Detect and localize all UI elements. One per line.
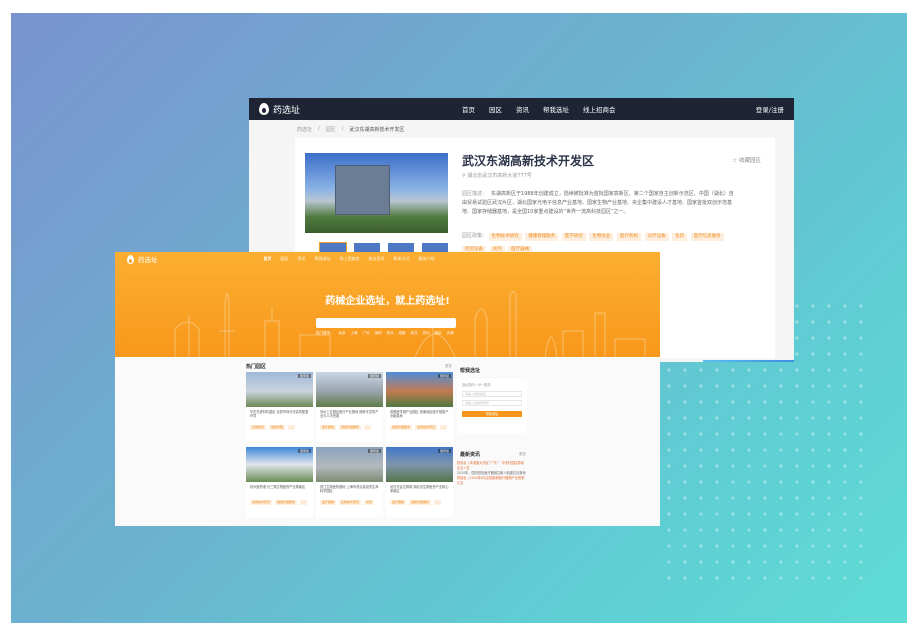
- park-card-image: 国家级: [246, 447, 313, 482]
- breadcrumb-current: 武汉东湖高新技术开发区: [349, 127, 405, 133]
- nav-help-locate[interactable]: 帮我选址: [543, 104, 569, 114]
- park-card[interactable]: 国家级 华东先进材料园区 优质市场与完善的配套环境 生物医药 健康管理…: [246, 372, 313, 442]
- park-card-image: 国家级: [316, 447, 383, 482]
- brand-logo[interactable]: 药选址: [259, 103, 300, 116]
- city-link[interactable]: 北京: [339, 331, 346, 336]
- city-link[interactable]: 杭州: [387, 331, 394, 336]
- brand-name: 药选址: [138, 256, 158, 264]
- brand-name: 药选址: [273, 105, 301, 116]
- search-input[interactable]: [316, 318, 456, 328]
- park-card-desc: 华东先进材料园区 优质市场与完善的配套环境: [250, 410, 309, 418]
- hero-slogan: 药械企业选址，就上药选址!: [325, 296, 450, 307]
- nav-news[interactable]: 资讯: [298, 256, 306, 262]
- park-address: ⚲ 湖北省武汉市高新大道777号: [462, 173, 532, 179]
- park-card[interactable]: 国家级 武汉光谷生物城 湖北省生物医药产业核心承载区 医疗器械 健康管理服务…: [386, 447, 453, 517]
- brand-logo[interactable]: 药选址: [127, 254, 158, 264]
- policy-tag[interactable]: 健康管理服务: [525, 233, 559, 241]
- nav-parks[interactable]: 园区: [489, 104, 502, 114]
- city-link[interactable]: 苏州: [423, 331, 430, 336]
- policy-tag[interactable]: 医学研究: [561, 233, 586, 241]
- help-locate-button[interactable]: 帮我选址: [462, 411, 522, 417]
- nav-home[interactable]: 首页: [264, 256, 272, 262]
- promo-banner[interactable]: [703, 360, 794, 362]
- park-description: 园区描述： 东湖高新区于1988年创建成立，陆续被批准为首批国家高新区、第二个国家…: [462, 191, 734, 215]
- city-link[interactable]: 广州: [363, 331, 370, 336]
- main-menu: 首页 园区 资讯 帮我选址 线上招商会: [462, 104, 616, 114]
- nav-online-fair[interactable]: 线上招商会: [340, 256, 360, 262]
- latest-news-list: 药选址 | 粤港澳大湾区“广东”：中关村园区新增企业入驻 2020年，国内首批医…: [457, 461, 527, 486]
- park-card-image: 国家级: [316, 372, 383, 407]
- nav-parks[interactable]: 园区: [281, 256, 289, 262]
- park-card-image: 国家级: [246, 372, 313, 407]
- park-card-image: 国家级: [386, 447, 453, 482]
- hot-parks-more-link[interactable]: 更多: [445, 364, 452, 369]
- park-card-desc: 成都医学城产业园区 西南地区医疗健康产业聚集地: [390, 410, 449, 418]
- main-menu: 首页 园区 资讯 帮我选址 线上招商会 热点资讯 联系方式 服务介绍: [264, 256, 435, 262]
- policy-tag[interactable]: 医疗机构: [616, 233, 641, 241]
- news-item[interactable]: 药选址 | 2020年8月全国最新医疗器械产业政策汇总: [457, 476, 527, 486]
- hero-banner: 药选址 首页 园区 资讯 帮我选址 线上招商会 热点资讯 联系方式 服务介绍 药…: [115, 252, 660, 357]
- breadcrumb-home[interactable]: 药选址: [297, 126, 312, 133]
- city-link[interactable]: 武汉: [411, 331, 418, 336]
- favorite-park-button[interactable]: ☆ 收藏园区: [732, 156, 761, 164]
- city-link[interactable]: 深圳: [375, 331, 382, 336]
- news-item[interactable]: 药选址 | 粤港澳大湾区“广东”：中关村园区新增企业入驻: [457, 461, 527, 471]
- nav-help-locate[interactable]: 帮我选址: [315, 256, 331, 262]
- homepage: 药选址 首页 园区 资讯 帮我选址 线上招商会 热点资讯 联系方式 服务介绍 药…: [115, 252, 660, 526]
- flame-logo-icon: [127, 254, 134, 264]
- news-more-link[interactable]: 更多: [519, 452, 526, 457]
- nav-news[interactable]: 资讯: [516, 104, 529, 114]
- breadcrumb-parks[interactable]: 园区: [326, 126, 336, 133]
- city-link[interactable]: 成都: [399, 331, 406, 336]
- help-locate-form: 选址顾问一对一服务 请输入您的姓名 请输入您的手机号 帮我选址: [457, 379, 527, 433]
- park-card[interactable]: 国家级 张江生物医药基地 上海市重点建设的生命科学园区 医疗器械 生物技术研究 化药: [316, 447, 383, 517]
- name-input[interactable]: 请输入您的姓名: [462, 391, 522, 397]
- presentation-background: 药选址 首页 园区 资讯 帮我选址 线上招商会 登录/注册 药选址 / 园区 /…: [11, 13, 907, 623]
- park-card-desc: 张江生物医药基地 上海市重点建设的生命科学园区: [320, 485, 379, 493]
- nav-contact[interactable]: 联系方式: [394, 256, 410, 262]
- park-card-desc: 苏州工业园区医疗产业基地 拥有丰富的产业与人才资源: [320, 410, 379, 418]
- policy-tag[interactable]: 诊疗设备: [644, 233, 669, 241]
- nav-services[interactable]: 服务介绍: [419, 256, 435, 262]
- park-card-desc: 杭州医药港 长三角生物医药产业集聚区: [250, 485, 306, 489]
- login-register-link[interactable]: 登录/注册: [756, 104, 784, 114]
- homepage-navbar: 药选址 首页 园区 资讯 帮我选址 线上招商会 热点资讯 联系方式 服务介绍: [115, 252, 660, 266]
- nav-online-fair[interactable]: 线上招商会: [583, 104, 616, 114]
- help-locate-title: 帮我选址: [460, 368, 481, 374]
- city-link[interactable]: 天津: [447, 331, 454, 336]
- hot-parks-title: 热门园区: [246, 364, 267, 370]
- policy-tag[interactable]: 医疗信息服务: [690, 233, 724, 241]
- park-card-desc: 武汉光谷生物城 湖北省生物医药产业核心承载区: [390, 485, 449, 493]
- park-card[interactable]: 国家级 杭州医药港 长三角生物医药产业集聚区 生物技术研究 健康管理服务…: [246, 447, 313, 517]
- park-card[interactable]: 国家级 苏州工业园区医疗产业基地 拥有丰富的产业与人才资源 医疗器械 健康管理服务…: [316, 372, 383, 442]
- hot-parks-grid: 国家级 华东先进材料园区 优质市场与完善的配套环境 生物医药 健康管理… 国家级 …: [246, 372, 453, 517]
- hot-cities: 热门城市： 北京 上海 广州 深圳 杭州 成都 武汉 苏州 南京 天津: [316, 331, 454, 336]
- city-link[interactable]: 南京: [435, 331, 442, 336]
- city-link[interactable]: 上海: [351, 331, 358, 336]
- latest-news-title: 最新资讯: [460, 452, 481, 458]
- park-title: 武汉东湖高新技术开发区: [462, 154, 595, 168]
- flame-logo-icon: [259, 103, 269, 115]
- park-main-photo: [305, 153, 448, 233]
- policy-tag[interactable]: 生物农业: [589, 233, 614, 241]
- top-navbar: 药选址 首页 园区 资讯 帮我选址 线上招商会 登录/注册: [249, 98, 794, 120]
- nav-home[interactable]: 首页: [462, 104, 475, 114]
- park-card-image: 国家级: [386, 372, 453, 407]
- policy-tag[interactable]: 生物技术研究: [488, 233, 522, 241]
- policy-tag[interactable]: 化药: [672, 233, 688, 241]
- breadcrumb: 药选址 / 园区 / 武汉东湖高新技术开发区: [297, 126, 405, 133]
- phone-input[interactable]: 请输入您的手机号: [462, 400, 522, 406]
- homepage-content: 热门园区 更多 国家级 华东先进材料园区 优质市场与完善的配套环境 生物医药 健康…: [115, 357, 660, 526]
- park-card[interactable]: 国家级 成都医学城产业园区 西南地区医疗健康产业聚集地 健康管理服务 生物技术研究…: [386, 372, 453, 442]
- nav-hot-news[interactable]: 热点资讯: [369, 256, 385, 262]
